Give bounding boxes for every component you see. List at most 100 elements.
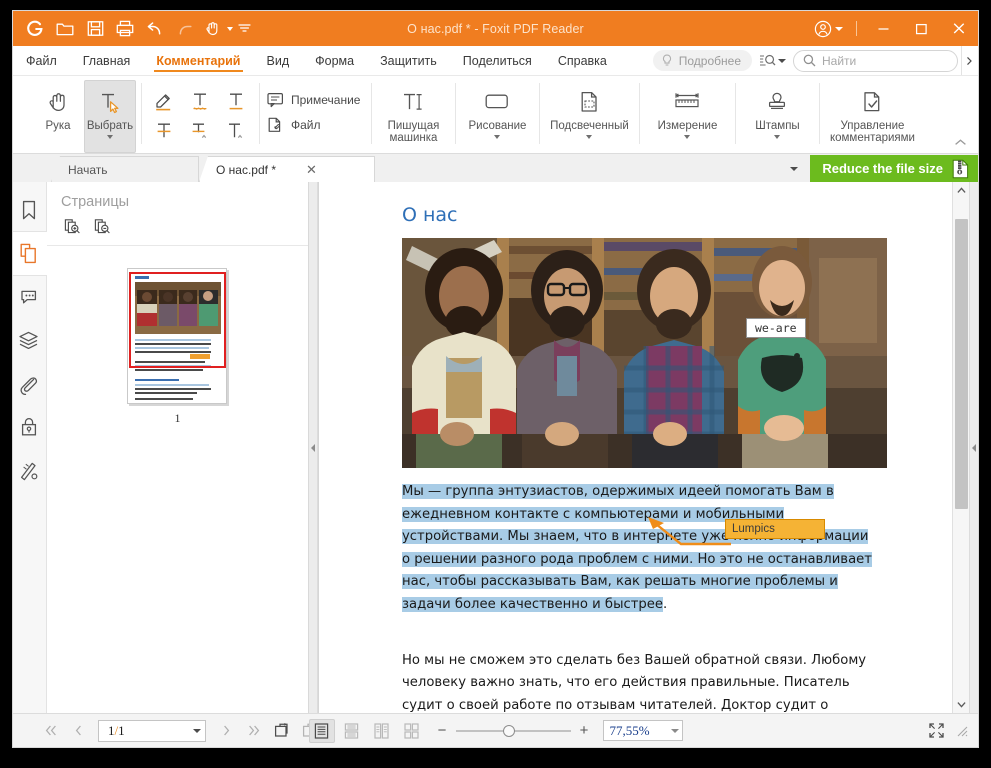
search-input[interactable]: Найти	[793, 49, 958, 72]
print-icon[interactable]	[111, 16, 139, 42]
overline-icon[interactable]	[218, 86, 254, 116]
menu-home[interactable]: Главная	[70, 46, 144, 75]
scroll-down-arrow-icon[interactable]	[953, 696, 970, 713]
open-icon[interactable]	[51, 16, 79, 42]
menu-help[interactable]: Справка	[545, 46, 620, 75]
single-page-view-button[interactable]	[308, 718, 335, 743]
rail-comments[interactable]	[13, 276, 47, 319]
maximize-button[interactable]	[902, 11, 940, 46]
layers-icon	[19, 331, 38, 350]
minimize-button[interactable]	[864, 11, 902, 46]
tab-document[interactable]: О нас.pdf * ✕	[199, 156, 375, 182]
tab-list-caret-icon	[790, 167, 799, 171]
attach-file-button[interactable]: Файл	[264, 114, 366, 136]
menu-form[interactable]: Форма	[302, 46, 367, 75]
ribbon-collapse-button[interactable]	[952, 135, 968, 149]
rotate-view-button[interactable]	[269, 719, 295, 743]
image-tooltip: we-are	[746, 318, 806, 338]
rail-pages[interactable]	[13, 232, 47, 275]
reduce-file-size-button[interactable]: Reduce the file size	[810, 155, 978, 182]
typewriter-button[interactable]: Пишущая машинка	[376, 80, 450, 153]
last-page-button[interactable]	[241, 719, 267, 743]
menu-share[interactable]: Поделиться	[450, 46, 545, 75]
stamps-button[interactable]: Штампы	[740, 80, 814, 153]
rail-bookmarks[interactable]	[13, 188, 47, 231]
zoom-out-button[interactable]: −	[436, 722, 449, 739]
two-page-continuous-view-button[interactable]	[399, 719, 425, 743]
highlight-icon[interactable]	[146, 86, 182, 116]
close-button[interactable]	[940, 11, 978, 46]
hand-tool-icon[interactable]	[201, 16, 223, 42]
two-page-view-button[interactable]	[369, 719, 395, 743]
stamps-caret-icon[interactable]	[774, 135, 781, 139]
prev-page-button[interactable]	[65, 719, 91, 743]
measure-button[interactable]: Измерение	[644, 80, 730, 153]
rail-signatures[interactable]	[13, 448, 47, 491]
zoom-slider[interactable]	[455, 724, 571, 738]
zoom-level-caret-icon[interactable]	[670, 728, 679, 733]
zoom-out-pages-icon[interactable]	[91, 216, 113, 237]
highlight-area-button[interactable]: Подсвеченный	[544, 80, 634, 153]
hand-tool-dropdown-caret[interactable]	[225, 17, 234, 41]
tab-start[interactable]: Начать	[51, 156, 199, 182]
scroll-up-arrow-icon[interactable]	[953, 182, 970, 199]
callout-box[interactable]: Lumpics	[725, 519, 825, 539]
zoom-slider-knob[interactable]	[502, 724, 515, 737]
highlight-area-caret-icon[interactable]	[586, 135, 593, 139]
menu-comment[interactable]: Комментарий	[143, 46, 253, 75]
tab-close-icon[interactable]: ✕	[306, 162, 317, 178]
drawing-button[interactable]: Рисование	[460, 80, 534, 153]
tool-select-label: Выбрать	[86, 120, 134, 132]
page-number-caret-icon[interactable]	[193, 728, 201, 733]
measure-caret-icon[interactable]	[684, 135, 691, 139]
menu-file[interactable]: Файл	[13, 46, 70, 75]
foxit-logo-icon[interactable]	[21, 16, 49, 42]
add-note-button[interactable]: Примечание	[264, 89, 366, 111]
tell-me-box[interactable]: Подробнее	[652, 50, 752, 71]
menu-expand-button[interactable]	[961, 46, 976, 75]
pdf-page: О нас we-are Мы — группа энтузиастов, од…	[318, 182, 952, 713]
zoom-in-pages-icon[interactable]	[61, 216, 83, 237]
page-number-value: 1/1	[108, 722, 125, 738]
menu-view[interactable]: Вид	[254, 46, 303, 75]
right-panel-collapse-handle[interactable]	[969, 182, 978, 713]
page-thumbnail[interactable]	[126, 268, 227, 404]
manage-comments-button[interactable]: Управление комментариями	[824, 80, 920, 153]
undo-icon[interactable]	[141, 16, 169, 42]
comments-icon	[20, 290, 36, 303]
next-page-button[interactable]	[213, 719, 239, 743]
rail-attachments[interactable]	[13, 362, 47, 405]
save-icon[interactable]	[81, 16, 109, 42]
account-button[interactable]	[808, 11, 849, 46]
title-bar: О нас.pdf * - Foxit PDF Reader	[13, 11, 978, 46]
document-scrollbar[interactable]	[952, 182, 969, 713]
zoom-in-button[interactable]: +	[578, 722, 591, 739]
replace-text-icon[interactable]	[218, 116, 254, 146]
tab-list-dropdown[interactable]	[780, 156, 808, 182]
pages-panel-title: Страницы	[61, 194, 130, 210]
rail-security[interactable]	[13, 405, 47, 448]
continuous-view-button[interactable]	[339, 719, 365, 743]
rail-layers[interactable]	[13, 319, 47, 362]
resize-grip-icon[interactable]	[955, 724, 968, 737]
scrollbar-track[interactable]	[953, 199, 970, 696]
menu-protect[interactable]: Защитить	[367, 46, 450, 75]
customize-quick-access-icon[interactable]	[236, 17, 252, 41]
tool-select-caret-icon[interactable]	[107, 135, 113, 139]
tool-hand-button[interactable]: Рука	[32, 80, 84, 153]
panel-collapse-handle[interactable]	[309, 182, 318, 713]
drawing-caret-icon[interactable]	[494, 135, 501, 139]
scrollbar-thumb[interactable]	[954, 219, 968, 509]
search-scope-button[interactable]	[755, 49, 790, 73]
page-thumbnail-item[interactable]: 1	[126, 268, 229, 426]
tool-select-button[interactable]: Выбрать	[84, 80, 136, 153]
text-markup-grid	[146, 80, 254, 153]
zoom-level-input[interactable]: 77,55%	[602, 720, 683, 741]
squiggly-icon[interactable]	[182, 116, 218, 146]
page-number-input[interactable]: 1/1	[98, 719, 206, 742]
first-page-button[interactable]	[37, 719, 63, 743]
underline-icon[interactable]	[182, 86, 218, 116]
redo-icon[interactable]	[171, 16, 199, 42]
fullscreen-button[interactable]	[923, 719, 949, 743]
strikeout-icon[interactable]	[146, 116, 182, 146]
